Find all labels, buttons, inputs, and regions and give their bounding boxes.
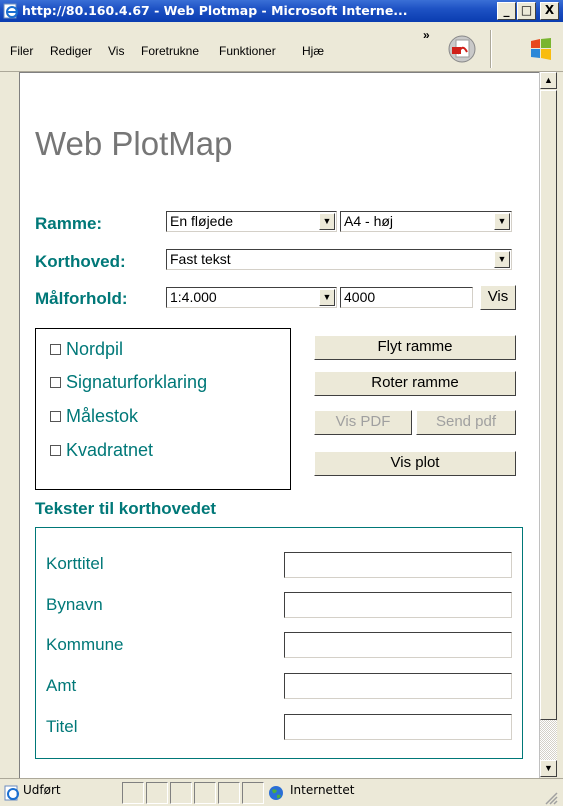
window-title: http://80.160.4.67 - Web Plotmap - Micro… xyxy=(22,3,408,18)
field-label-kommune: Kommune xyxy=(46,635,124,654)
acrobat-icon[interactable] xyxy=(447,34,477,64)
scroll-track[interactable] xyxy=(540,720,557,760)
bynavn-input[interactable] xyxy=(284,592,512,618)
minimize-button[interactable]: _ xyxy=(497,2,516,20)
menu-foretrukne[interactable]: Foretrukne xyxy=(141,44,199,58)
menu-overflow-chevron[interactable]: » xyxy=(423,28,430,42)
maalforhold-label: Målforhold: xyxy=(35,289,128,308)
amt-input[interactable] xyxy=(284,673,512,699)
globe-icon xyxy=(269,786,283,800)
scale-input[interactable]: 4000 xyxy=(340,287,473,308)
chevron-down-icon: ▼ xyxy=(319,213,335,230)
zone-text: Internettet xyxy=(290,783,355,797)
menu-bar: Filer Rediger Vis Foretrukne Funktioner … xyxy=(0,22,563,72)
scroll-up-icon[interactable]: ▲ xyxy=(540,72,557,89)
browser-window: http://80.160.4.67 - Web Plotmap - Micro… xyxy=(0,0,563,806)
checkbox-label: Kvadratnet xyxy=(66,440,154,460)
field-label-titel: Titel xyxy=(46,717,78,736)
chevron-down-icon: ▼ xyxy=(494,251,510,268)
status-panel xyxy=(170,782,192,804)
titel-input[interactable] xyxy=(284,714,512,740)
title-bar[interactable]: http://80.160.4.67 - Web Plotmap - Micro… xyxy=(0,0,563,22)
menu-filer[interactable]: Filer xyxy=(10,44,33,58)
maalforhold-select[interactable]: 1:4.000 ▼ xyxy=(166,287,337,308)
checkbox-box[interactable] xyxy=(50,344,61,355)
scroll-down-icon[interactable]: ▼ xyxy=(540,760,557,777)
status-panel xyxy=(242,782,264,804)
section-title: Tekster til korthovedet xyxy=(35,499,217,518)
status-panel xyxy=(218,782,240,804)
toolbar-separator xyxy=(490,30,492,68)
vis-button[interactable]: Vis xyxy=(480,285,516,310)
ramme-select[interactable]: En fløjede ▼ xyxy=(166,211,337,232)
status-panel xyxy=(194,782,216,804)
korttitel-input[interactable] xyxy=(284,552,512,578)
korthoved-select[interactable]: Fast tekst ▼ xyxy=(166,249,512,270)
menu-rediger[interactable]: Rediger xyxy=(50,44,92,58)
checkbox-box[interactable] xyxy=(50,411,61,422)
field-label-bynavn: Bynavn xyxy=(46,595,103,614)
close-button[interactable]: X xyxy=(540,2,559,20)
maalforhold-select-value: 1:4.000 xyxy=(170,289,217,305)
kommune-input[interactable] xyxy=(284,632,512,658)
windows-logo-icon xyxy=(531,38,551,60)
menu-hjaelp[interactable]: Hjæ xyxy=(302,44,324,58)
status-text: Udført xyxy=(23,783,61,797)
chevron-down-icon: ▼ xyxy=(319,289,335,306)
vertical-scrollbar[interactable]: ▲ ▼ xyxy=(539,72,557,778)
field-label-korttitel: Korttitel xyxy=(46,554,104,573)
vis-plot-button[interactable]: Vis plot xyxy=(314,451,516,476)
field-label-amt: Amt xyxy=(46,676,77,695)
ramme-select-value: En fløjede xyxy=(170,213,234,229)
paper-size-select[interactable]: A4 - høj ▼ xyxy=(340,211,512,232)
checkbox-label: Signaturforklaring xyxy=(66,372,208,392)
checkbox-label: Målestok xyxy=(66,406,139,426)
header-texts-panel: Korttitel Bynavn Kommune Amt Titel xyxy=(35,527,523,759)
ie-page-icon xyxy=(4,785,19,801)
checkbox-box[interactable] xyxy=(50,377,61,388)
page-title: Web PlotMap xyxy=(35,125,233,162)
scale-input-value: 4000 xyxy=(344,289,376,305)
roter-ramme-button[interactable]: Roter ramme xyxy=(314,371,516,396)
ramme-label: Ramme: xyxy=(35,214,103,233)
menu-funktioner[interactable]: Funktioner xyxy=(219,44,276,58)
send-pdf-button[interactable]: Send pdf xyxy=(416,410,516,435)
status-bar: Udført Internettet xyxy=(0,778,563,806)
chevron-down-icon: ▼ xyxy=(494,213,510,230)
paper-size-select-value: A4 - høj xyxy=(344,213,394,229)
checkbox-label: Nordpil xyxy=(66,339,124,359)
page-viewport: Web PlotMap Ramme: En fløjede ▼ A4 - høj… xyxy=(19,72,539,778)
ie-page-icon xyxy=(3,3,18,19)
menu-vis[interactable]: Vis xyxy=(108,44,124,58)
resize-grip-icon[interactable] xyxy=(542,789,558,805)
status-panel xyxy=(122,782,144,804)
scroll-thumb[interactable] xyxy=(540,90,557,720)
korthoved-label: Korthoved: xyxy=(35,252,126,271)
status-panel xyxy=(146,782,168,804)
flyt-ramme-button[interactable]: Flyt ramme xyxy=(314,335,516,360)
korthoved-select-value: Fast tekst xyxy=(170,251,231,267)
options-panel: Nordpil Signaturforklaring Målestok Kvad… xyxy=(35,328,291,490)
maximize-button[interactable]: □ xyxy=(517,2,536,20)
checkbox-box[interactable] xyxy=(50,445,61,456)
vis-pdf-button[interactable]: Vis PDF xyxy=(314,410,412,435)
